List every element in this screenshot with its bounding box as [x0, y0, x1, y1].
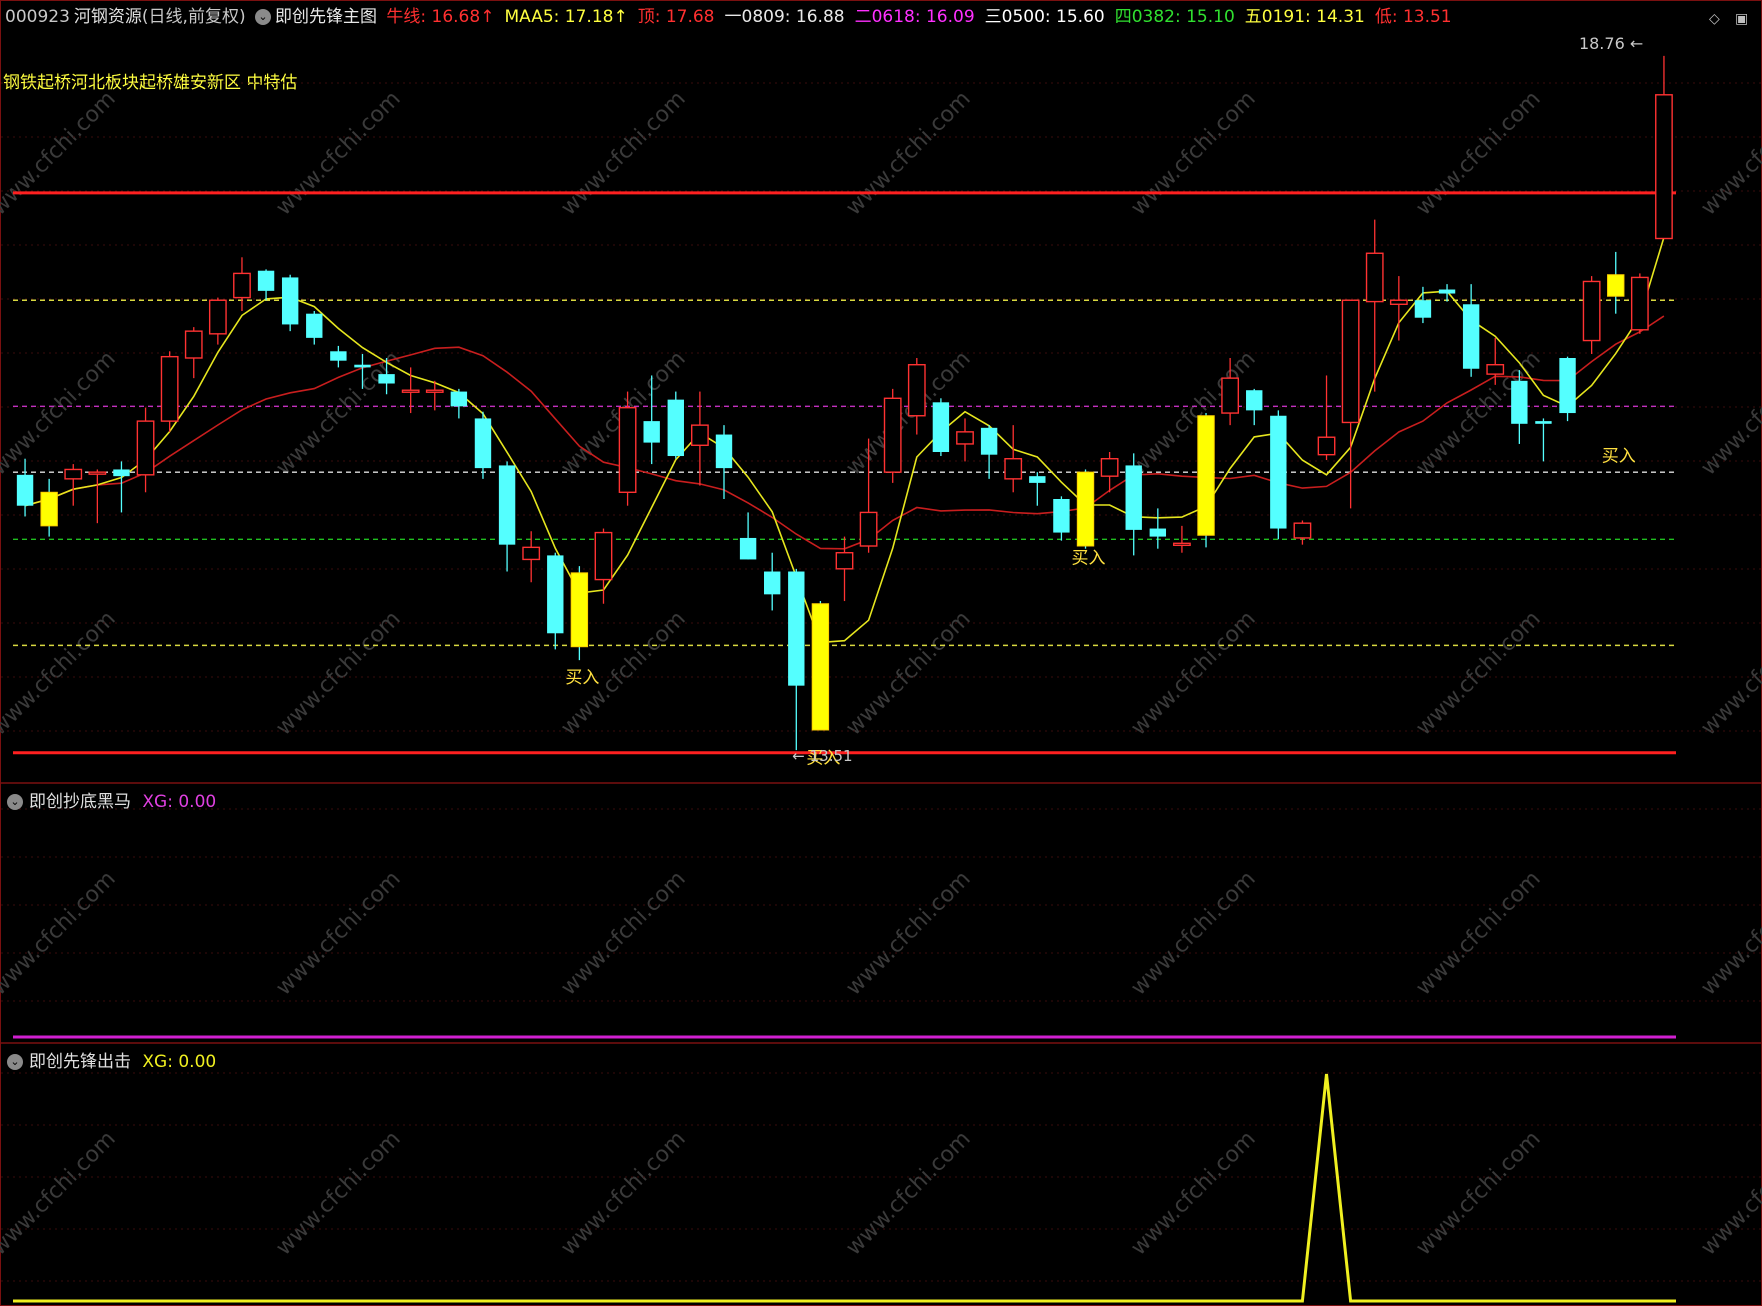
candle-body [1341, 299, 1360, 424]
candle-body [88, 471, 107, 475]
pane-2-xg-line [13, 1073, 1676, 1303]
buy-label: 买入 [565, 668, 599, 688]
pane-2-menu-icon[interactable]: ⌄ [7, 1054, 23, 1070]
candle-body [667, 399, 684, 457]
buy-label: 买入 [1072, 548, 1106, 568]
candle-body [1197, 415, 1215, 536]
candle-body [859, 511, 878, 547]
candle-body [932, 402, 950, 452]
candle-body [1582, 280, 1601, 342]
candle-body [1607, 274, 1625, 297]
candle-body [1053, 499, 1070, 533]
candle-body [715, 434, 733, 469]
candle-body [281, 277, 299, 325]
candle-body [498, 465, 516, 545]
candle-body [184, 330, 203, 359]
candle-body [522, 546, 541, 561]
candle-body [474, 418, 492, 469]
candle-body [739, 537, 757, 560]
candle-body [1535, 421, 1552, 424]
candle-body [835, 552, 854, 570]
candle-body [1655, 94, 1673, 240]
candle-body [547, 555, 564, 634]
candle-body [1438, 289, 1456, 294]
candle-body [788, 571, 805, 686]
main-price-chart[interactable]: 买入买入买入买入18.76 ←← 13.51 [1, 1, 1761, 1305]
high-price-label: 18.76 ← [1579, 34, 1643, 53]
pane-1-xg: XG: 0.00 [142, 792, 217, 812]
pane-2-name: 即创先锋出击 [29, 1052, 131, 1072]
candle-body [1559, 358, 1576, 414]
candle-body [64, 468, 83, 480]
candle-body [1270, 415, 1287, 529]
pane-1-name: 即创抄底黑马 [29, 792, 131, 812]
candle-body [764, 571, 781, 595]
candle-body [1004, 458, 1023, 480]
chart-window: 000923 河钢资源(日线,前复权) ⌄ 即创先锋主图 牛线: 16.68↑ MAA… [0, 0, 1762, 1306]
candle-body [1630, 276, 1649, 331]
candle-body [980, 427, 998, 455]
candle-body [1293, 522, 1312, 539]
candle-body [354, 364, 371, 368]
candle-body [401, 389, 420, 393]
candle-body [306, 313, 323, 338]
candle-body [208, 299, 227, 335]
candle-body [1462, 304, 1480, 369]
lower-pane-1-title: ⌄ 即创抄底黑马 XG: 0.00 [7, 787, 216, 812]
ma-slow-line [24, 315, 1665, 550]
candle-body [450, 391, 468, 407]
candle-body [1389, 299, 1408, 305]
candle-body [1365, 252, 1384, 303]
candle-body [1029, 476, 1046, 483]
candle-body [136, 420, 155, 476]
candle-body [594, 531, 613, 581]
candle-body [1511, 380, 1528, 424]
candle-body [113, 469, 130, 477]
candle-body [618, 406, 637, 493]
lower-pane-2-title: ⌄ 即创先锋出击 XG: 0.00 [7, 1047, 216, 1072]
candle-body [233, 272, 251, 299]
low-price-label: ← 13.51 [792, 747, 852, 765]
candle-body [1149, 528, 1167, 537]
candle-body [330, 351, 347, 361]
candle-body [1486, 364, 1505, 375]
candle-body [690, 424, 709, 446]
candle-body [160, 355, 179, 422]
candle-body [425, 389, 444, 393]
candle-body [1100, 458, 1119, 477]
candle-body [1414, 300, 1432, 318]
candle-body [1173, 542, 1191, 547]
candle-body [883, 397, 902, 473]
candle-body [1221, 377, 1240, 414]
candle-body [257, 270, 275, 291]
candle-body [1246, 390, 1263, 411]
pane-1-menu-icon[interactable]: ⌄ [7, 794, 23, 810]
candle-body [1076, 471, 1095, 547]
candle-body [1125, 465, 1142, 530]
candle-body [811, 603, 830, 731]
candle-body [16, 474, 34, 506]
candle-body [1317, 436, 1336, 456]
candle-body [643, 421, 660, 443]
candle-body [40, 491, 58, 527]
candle-body [907, 364, 926, 417]
buy-label: 买入 [1602, 446, 1636, 466]
candle-body [378, 374, 395, 384]
pane-2-xg: XG: 0.00 [142, 1052, 217, 1072]
candle-body [956, 431, 974, 445]
candle-body [570, 572, 589, 648]
